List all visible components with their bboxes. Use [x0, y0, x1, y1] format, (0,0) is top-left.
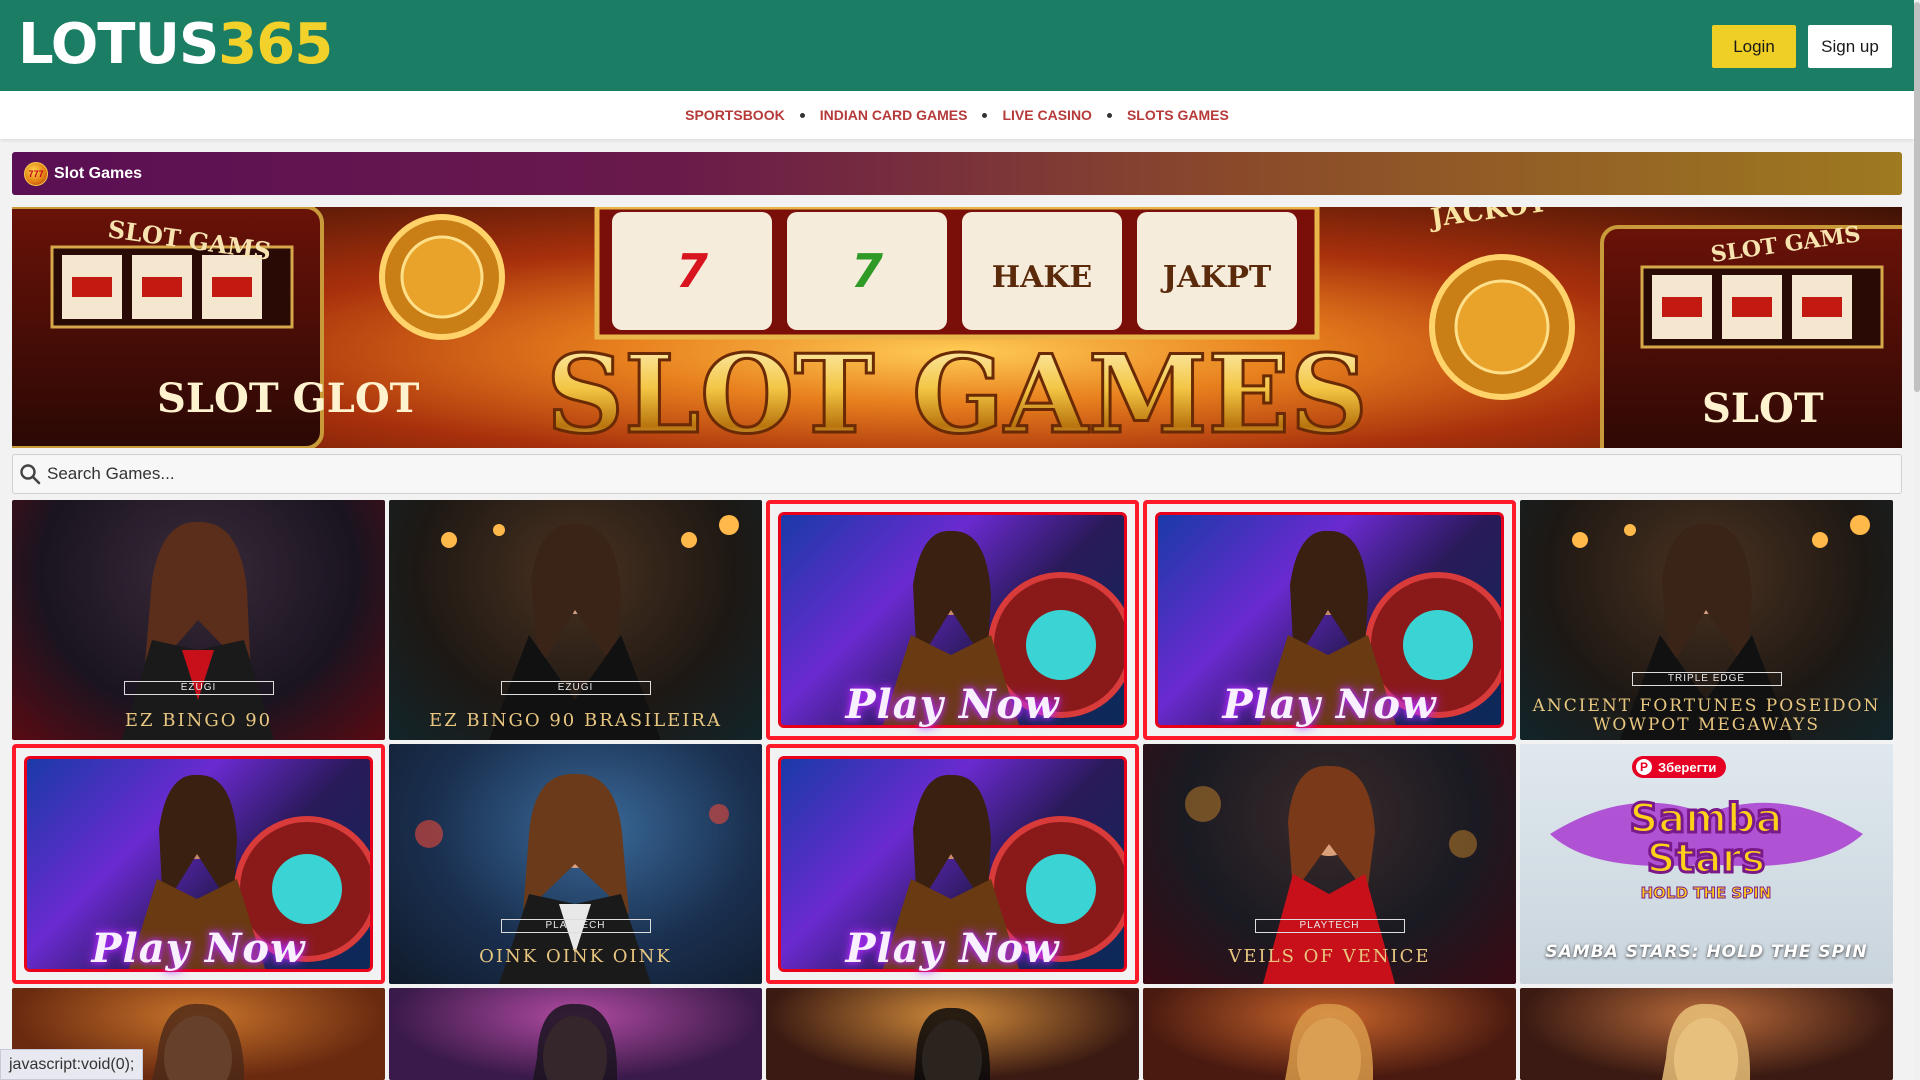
- section-header: 777 Slot Games: [12, 152, 1902, 195]
- game-tile-play-now[interactable]: Play Now: [1143, 500, 1516, 740]
- play-now-label: Play Now: [1222, 681, 1437, 728]
- game-tile-play-now[interactable]: Play Now: [766, 500, 1139, 740]
- dealer-image: [1662, 1003, 1750, 1080]
- game-tile-oink-oink-oink[interactable]: PLAYTECH OINK OINK OINK: [389, 744, 762, 984]
- game-tile[interactable]: [389, 988, 762, 1080]
- promo-banner[interactable]: SLOT GAMS SLOT GLOT 7 7 HAKE JAKPT JACKO…: [12, 207, 1902, 448]
- scrollbar-thumb[interactable]: [1914, 2, 1920, 392]
- provider-label: EZUGI: [123, 681, 274, 695]
- game-tile-play-now[interactable]: Play Now: [766, 744, 1139, 984]
- dealer-image: [914, 1007, 990, 1080]
- provider-label: EZUGI: [500, 681, 651, 695]
- banner-side-text: JACKOT: [1427, 207, 1550, 234]
- browser-status-bar: javascript:void(0);: [0, 1049, 144, 1080]
- dealer-image: [1285, 1003, 1373, 1080]
- right-slot-machine: SLOT GAMS SLOT: [1600, 221, 1902, 448]
- game-tile-ez-bingo-90-brasileira[interactable]: EZUGI EZ BINGO 90 BRASILEIRA: [389, 500, 762, 740]
- slot-777-icon: 777: [24, 161, 48, 186]
- site-logo[interactable]: LOTUS365: [18, 12, 333, 77]
- nav-item-live-casino[interactable]: LIVE CASINO: [1002, 107, 1091, 123]
- dealer-image: [122, 521, 274, 740]
- nav-item-indian-card-games[interactable]: INDIAN CARD GAMES: [820, 107, 968, 123]
- section-title: Slot Games: [54, 164, 143, 182]
- center-reels: 7 7 HAKE JAKPT: [594, 207, 1320, 340]
- nav-separator: [982, 112, 988, 118]
- page-scrollbar[interactable]: [1914, 0, 1920, 1080]
- reel-text: HAKE: [992, 260, 1093, 295]
- search-icon: [19, 463, 41, 485]
- provider-label: PLAYTECH: [500, 919, 651, 933]
- svg-text:7: 7: [676, 244, 708, 298]
- game-tile[interactable]: [1143, 988, 1516, 1080]
- game-name: EZ BINGO 90 BRASILEIRA: [429, 710, 722, 731]
- banner-title: SLOT GAMES: [546, 332, 1368, 448]
- provider-label: TRIPLE EDGE: [1631, 672, 1782, 686]
- nav-item-sportsbook[interactable]: SPORTSBOOK: [685, 107, 785, 123]
- game-tile-play-now[interactable]: Play Now: [12, 744, 385, 984]
- play-now-label: Play Now: [91, 925, 306, 972]
- play-now-label: Play Now: [845, 925, 1060, 972]
- game-name: ANCIENT FORTUNES POSEIDON WOWPOT MEGAWAY…: [1532, 696, 1881, 735]
- game-name: OINK OINK OINK: [479, 946, 672, 967]
- samba-logo-sub: HOLD THE SPIN: [1641, 884, 1772, 902]
- logo-text-accent: 365: [218, 12, 333, 77]
- signup-button[interactable]: Sign up: [1808, 25, 1892, 68]
- banner-side-text: SLOT: [1702, 385, 1824, 432]
- nav-separator: [1106, 112, 1112, 118]
- search-bar: [12, 454, 1902, 494]
- game-tile-samba-stars[interactable]: P Зберегти Samba Stars HOLD THE SPIN SAM…: [1520, 744, 1893, 984]
- main-nav: SPORTSBOOK INDIAN CARD GAMES LIVE CASINO…: [0, 91, 1914, 139]
- dealer-image: [441, 515, 739, 740]
- logo-text-main: LOTUS: [18, 12, 219, 77]
- banner-artwork: SLOT GAMS SLOT GLOT 7 7 HAKE JAKPT JACKO…: [12, 207, 1902, 448]
- game-name: SAMBA STARS: HOLD THE SPIN: [1545, 942, 1868, 962]
- search-input[interactable]: [47, 464, 1847, 484]
- banner-side-text: SLOT GLOT: [157, 375, 420, 422]
- game-name: VEILS OF VENICE: [1228, 946, 1431, 967]
- left-slot-machine: SLOT GAMS SLOT GLOT: [12, 207, 420, 448]
- nav-item-slots-games[interactable]: SLOTS GAMES: [1127, 107, 1229, 123]
- play-now-label: Play Now: [845, 681, 1060, 728]
- dealer-image: [533, 1003, 617, 1080]
- game-tile-ez-bingo-90[interactable]: EZUGI EZ BINGO 90: [12, 500, 385, 740]
- site-header: LOTUS365 Login Sign up: [0, 0, 1914, 91]
- game-tile[interactable]: [1520, 988, 1893, 1080]
- provider-label: PLAYTECH: [1254, 919, 1405, 933]
- samba-logo-line2: Stars: [1647, 836, 1765, 882]
- svg-text:7: 7: [851, 244, 883, 298]
- game-name: EZ BINGO 90: [124, 710, 273, 731]
- game-tile[interactable]: [766, 988, 1139, 1080]
- login-button[interactable]: Login: [1712, 25, 1796, 68]
- game-tile-veils-of-venice[interactable]: PLAYTECH VEILS OF VENICE: [1143, 744, 1516, 984]
- nav-separator: [799, 112, 805, 118]
- game-tile-ancient-fortunes-poseidon[interactable]: TRIPLE EDGE ANCIENT FORTUNES POSEIDON WO…: [1520, 500, 1893, 740]
- reel-text: JAKPT: [1160, 260, 1272, 295]
